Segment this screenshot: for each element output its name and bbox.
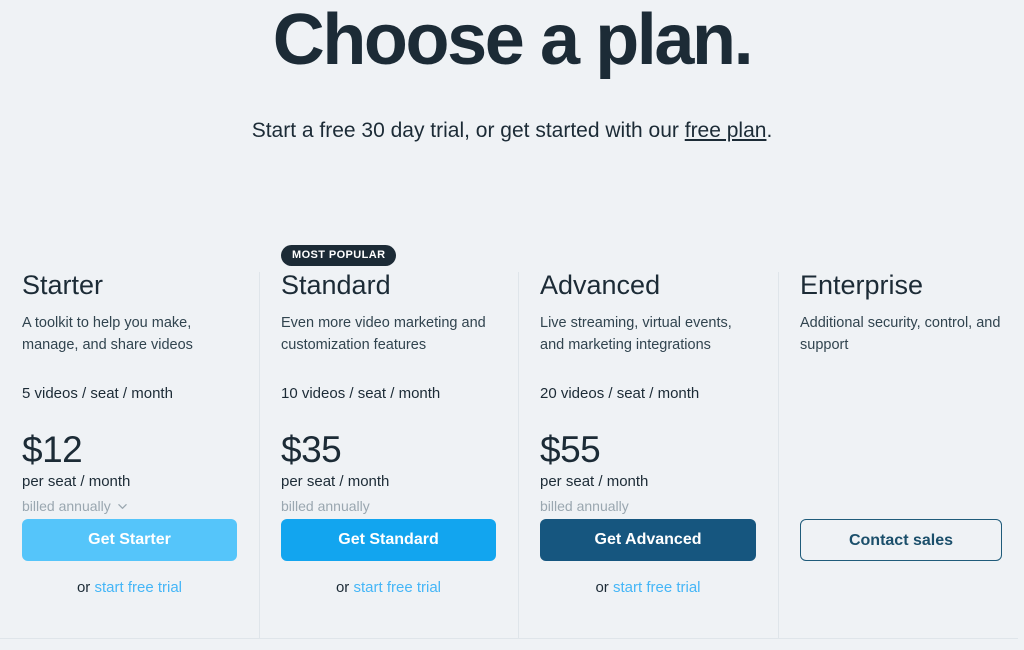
trial-line: or start free trial bbox=[540, 579, 756, 599]
start-free-trial-link[interactable]: start free trial bbox=[94, 579, 182, 596]
trial-line: or start free trial bbox=[281, 579, 496, 599]
plan-name: Starter bbox=[22, 270, 104, 300]
plan-description: A toolkit to help you make, manage, and … bbox=[22, 315, 193, 353]
trial-or-prefix: or bbox=[76, 579, 95, 596]
plan-price-unit: per seat / month bbox=[540, 473, 649, 490]
plan-billing-label: billed annually bbox=[540, 498, 629, 514]
page-title: Choose a plan. bbox=[272, 0, 754, 80]
trial-line-placeholder bbox=[800, 579, 1002, 599]
plan-name: Standard bbox=[281, 270, 391, 300]
bottom-divider bbox=[0, 638, 1024, 639]
plan-description: Additional security, control, and suppor… bbox=[800, 315, 1001, 353]
get-standard-button[interactable]: Get Standard bbox=[281, 519, 496, 561]
plan-quota: 20 videos / seat / month bbox=[540, 385, 700, 402]
most-popular-badge: MOST POPULAR bbox=[281, 245, 397, 266]
price-block bbox=[800, 431, 1002, 519]
free-plan-link[interactable]: free plan bbox=[685, 119, 767, 142]
trial-or-prefix: or bbox=[595, 579, 613, 596]
price-block: $55 per seat / month billed annually bbox=[540, 431, 756, 519]
trial-or-prefix: or bbox=[335, 579, 354, 596]
plan-description: Even more video marketing and customizat… bbox=[281, 315, 486, 353]
plan-quota: 5 videos / seat / month bbox=[22, 385, 173, 402]
plan-card-starter: Starter A toolkit to help you make, mana… bbox=[0, 240, 259, 638]
plan-quota: 10 videos / seat / month bbox=[281, 385, 441, 402]
start-free-trial-link[interactable]: start free trial bbox=[613, 579, 701, 596]
plan-billing-label: billed annually bbox=[22, 498, 111, 514]
contact-sales-button[interactable]: Contact sales bbox=[800, 519, 1002, 561]
get-advanced-button[interactable]: Get Advanced bbox=[540, 519, 756, 561]
page-scrollbar[interactable] bbox=[1018, 0, 1024, 650]
start-free-trial-link[interactable]: start free trial bbox=[353, 579, 441, 596]
hero-section: Choose a plan. Start a free 30 day trial… bbox=[0, 0, 1024, 145]
price-block: $35 per seat / month billed annually bbox=[281, 431, 496, 519]
trial-line: or start free trial bbox=[22, 579, 237, 599]
plan-card-advanced: Advanced Live streaming, virtual events,… bbox=[518, 240, 778, 638]
plan-name: Advanced bbox=[540, 270, 661, 300]
price-block: $12 per seat / month billed annually bbox=[22, 431, 237, 519]
chevron-down-icon[interactable] bbox=[118, 502, 127, 511]
plan-card-enterprise: Enterprise Additional security, control,… bbox=[778, 240, 1024, 638]
plan-billing-period[interactable]: billed annually bbox=[22, 498, 237, 515]
plans-grid: Starter A toolkit to help you make, mana… bbox=[0, 240, 1024, 638]
hero-subtitle-text-after: . bbox=[766, 119, 773, 143]
plan-price: $35 bbox=[281, 429, 342, 470]
plan-price: $12 bbox=[22, 429, 83, 470]
plan-name: Enterprise bbox=[800, 270, 924, 300]
get-starter-button[interactable]: Get Starter bbox=[22, 519, 237, 561]
pricing-page: Choose a plan. Start a free 30 day trial… bbox=[0, 0, 1024, 650]
plan-description: Live streaming, virtual events, and mark… bbox=[540, 315, 732, 353]
plan-quota bbox=[800, 385, 1002, 405]
hero-subtitle-text-before: Start a free 30 day trial, or get starte… bbox=[251, 119, 685, 143]
hero-subtitle: Start a free 30 day trial, or get starte… bbox=[0, 117, 1024, 144]
plan-billing-label: billed annually bbox=[281, 498, 370, 514]
plan-billing-period: billed annually bbox=[540, 498, 756, 515]
plan-billing-period: billed annually bbox=[281, 498, 496, 515]
plan-price: $55 bbox=[540, 429, 601, 470]
plan-price-unit: per seat / month bbox=[22, 473, 131, 490]
plan-price-unit: per seat / month bbox=[281, 473, 390, 490]
plan-card-standard: MOST POPULAR Standard Even more video ma… bbox=[259, 240, 518, 638]
